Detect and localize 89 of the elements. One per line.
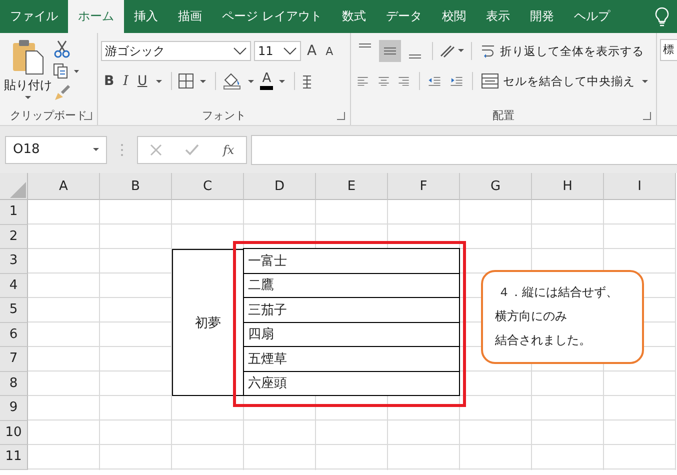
horizontal-align-icon[interactable] <box>357 74 369 88</box>
ribbon-tab[interactable]: 開発 <box>520 0 564 33</box>
column-header[interactable]: D <box>244 173 316 200</box>
row-header[interactable]: 6 <box>0 322 28 347</box>
column-header[interactable]: E <box>316 173 388 200</box>
orientation-icon[interactable] <box>439 43 465 59</box>
font-size-dropdown[interactable]: 11 <box>254 41 301 61</box>
column-header[interactable]: H <box>532 173 604 200</box>
caret-icon[interactable] <box>156 80 162 82</box>
decrease-indent-icon[interactable] <box>428 74 442 88</box>
lightbulb-icon[interactable] <box>655 7 669 27</box>
caret-icon <box>25 96 31 99</box>
row-header[interactable]: 8 <box>0 372 28 396</box>
ribbon-tab[interactable]: ファイル <box>0 0 68 33</box>
caret-icon[interactable] <box>200 80 206 82</box>
decrease-font-button[interactable]: A <box>322 44 336 58</box>
horizontal-align-icon[interactable] <box>378 74 390 88</box>
formula-input[interactable] <box>251 134 677 164</box>
ribbon-tab[interactable]: ヘルプ <box>564 0 620 33</box>
table-cell: 初夢 <box>172 249 244 396</box>
column-header[interactable]: A <box>28 173 100 200</box>
font-style-button[interactable]: B <box>101 74 118 88</box>
align-lines-icon <box>358 43 372 48</box>
callout-text: 横方向にのみ <box>495 308 568 325</box>
column-header[interactable]: G <box>460 173 532 200</box>
borders-icon[interactable] <box>178 73 194 89</box>
ribbon-tab[interactable]: データ <box>376 0 432 33</box>
row-header[interactable]: 5 <box>0 298 28 322</box>
copy-icon[interactable] <box>53 63 81 79</box>
table-cell: 五煙草 <box>243 346 460 372</box>
fill-bucket-icon[interactable] <box>222 72 242 90</box>
ribbon-tab[interactable]: 数式 <box>332 0 376 33</box>
ribbon-tab[interactable]: 校閲 <box>432 0 476 33</box>
name-box[interactable]: O18 <box>5 136 107 164</box>
row-header[interactable]: 3 <box>0 249 28 274</box>
table-cell: 三茄子 <box>243 297 460 322</box>
number-format-dropdown[interactable]: 標 <box>660 39 677 61</box>
chevron-down-icon <box>233 47 247 55</box>
ribbon-tab[interactable]: 描画 <box>168 0 212 33</box>
scissors-icon[interactable] <box>53 40 71 58</box>
align-lines-icon <box>408 54 422 59</box>
checkmark-icon[interactable] <box>185 144 200 156</box>
ribbon-tab[interactable]: 表示 <box>476 0 520 33</box>
row-header[interactable]: 7 <box>0 347 28 372</box>
table-cell: 六座頭 <box>243 370 460 396</box>
group-label: 配置 <box>492 108 514 122</box>
row-header[interactable]: 9 <box>0 396 28 420</box>
dialog-launcher-icon[interactable] <box>84 112 92 120</box>
row-header[interactable]: 11 <box>0 445 28 470</box>
ribbon-tab[interactable]: ホーム <box>68 0 124 33</box>
increase-font-button[interactable]: A <box>304 43 320 59</box>
paste-button[interactable]: 貼り付け <box>3 37 53 105</box>
drag-handle-icon[interactable] <box>120 142 124 156</box>
caret-icon[interactable] <box>279 80 286 82</box>
increase-indent-icon[interactable] <box>450 74 464 88</box>
insert-function-button[interactable]: fx <box>222 142 234 156</box>
column-header[interactable]: B <box>100 173 172 200</box>
horizontal-align-icon[interactable] <box>398 74 410 88</box>
vertical-align-button[interactable] <box>379 40 401 62</box>
dialog-launcher-icon[interactable] <box>643 112 651 120</box>
font-color-button[interactable]: A <box>260 72 274 90</box>
font-name-dropdown[interactable]: 游ゴシック <box>101 41 251 61</box>
wrap-arrow-icon <box>480 43 496 59</box>
row-header[interactable]: 4 <box>0 274 28 298</box>
row-header[interactable]: 10 <box>0 420 28 445</box>
merge-cells-icon <box>481 73 499 89</box>
row-header[interactable]: 1 <box>0 200 28 224</box>
column-header[interactable]: C <box>172 173 244 200</box>
dialog-launcher-icon[interactable] <box>337 112 345 120</box>
group-label: クリップボード <box>10 108 87 122</box>
clipboard-icon <box>11 39 45 75</box>
caret-icon[interactable] <box>248 80 254 82</box>
font-style-button[interactable]: I <box>120 74 132 88</box>
ribbon-tab[interactable]: 挿入 <box>124 0 168 33</box>
group-label: フォント <box>202 108 246 122</box>
callout-text: ４．縦には結合せず、 <box>497 284 619 301</box>
brush-icon[interactable] <box>53 84 71 102</box>
callout-text: 結合されました。 <box>495 332 592 349</box>
align-lines-icon <box>383 47 397 55</box>
merge-center-button[interactable]: セルを結合して中央揃え <box>479 73 653 89</box>
ribbon-tab[interactable]: ページ レイアウト <box>212 0 332 33</box>
column-header[interactable]: F <box>388 173 460 200</box>
row-header[interactable]: 2 <box>0 224 28 249</box>
wrap-text-button[interactable]: 折り返して全体を表示する <box>478 43 646 59</box>
column-header[interactable]: I <box>604 173 676 200</box>
chevron-down-icon <box>283 47 297 55</box>
font-style-button[interactable]: U <box>134 74 150 88</box>
table-cell: 一富士 <box>243 248 460 274</box>
phonetic-icon[interactable] <box>301 73 314 89</box>
